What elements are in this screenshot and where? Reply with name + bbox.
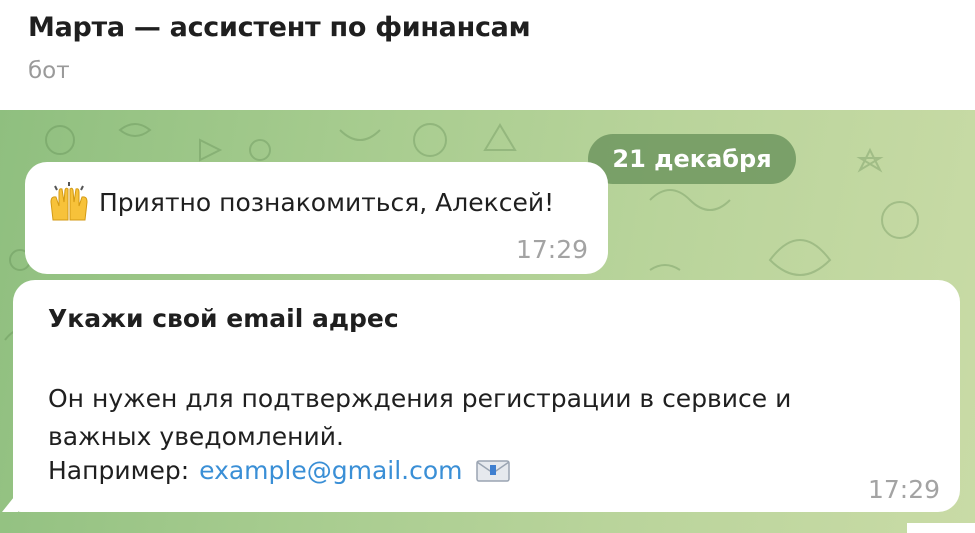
envelope-icon — [475, 458, 511, 484]
chat-title[interactable]: Марта — ассистент по финансам — [28, 12, 531, 43]
message-time: 17:29 — [867, 475, 940, 504]
message-title: Укажи свой email адрес — [48, 304, 399, 333]
raising-hands-icon — [47, 180, 91, 224]
message-time: 17:29 — [515, 235, 588, 264]
chat-subtitle: бот — [28, 58, 70, 84]
input-area-edge — [907, 523, 975, 533]
chat-header[interactable]: Марта — ассистент по финансам бот — [0, 0, 975, 110]
example-label: Например: — [48, 456, 190, 485]
example-line: Например: example@gmail.com — [48, 456, 511, 485]
email-link[interactable]: example@gmail.com — [199, 456, 462, 485]
message-bubble[interactable]: Укажи свой email адрес Он нужен для подт… — [13, 280, 960, 512]
message-text: Приятно познакомиться, Алексей! — [99, 187, 555, 217]
message-text: Он нужен для подтверждения регистрации в… — [48, 384, 792, 451]
message-bubble[interactable]: Приятно познакомиться, Алексей! 17:29 — [25, 162, 608, 274]
message-list[interactable]: 21 декабря Приятно познакомиться, Алексе… — [0, 110, 975, 533]
date-divider: 21 декабря — [588, 134, 796, 184]
